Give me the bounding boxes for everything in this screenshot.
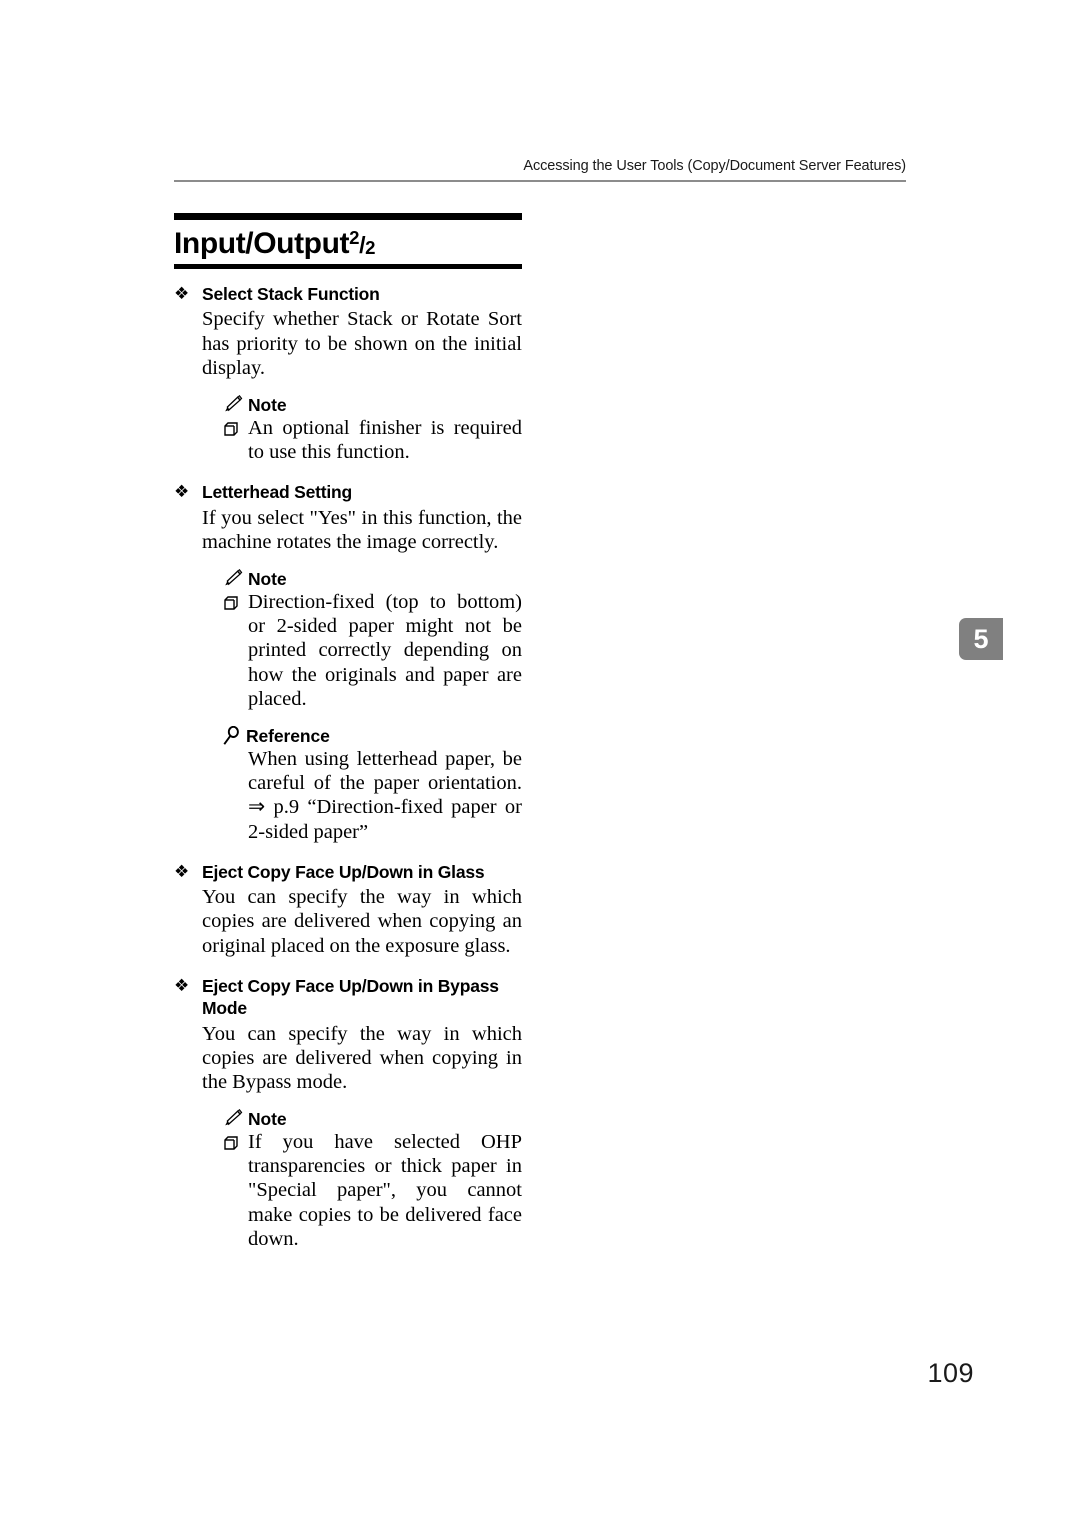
- title-rule-bottom: [174, 264, 522, 270]
- section-body: You can specify the way in which copies …: [202, 886, 522, 957]
- box-marker-icon: [224, 596, 238, 610]
- section-eject-copy-glass: ❖ Eject Copy Face Up/Down in Glass You c…: [174, 861, 522, 958]
- note-heading: Note: [222, 1108, 522, 1129]
- section-heading: Select Stack Function: [202, 284, 380, 304]
- chapter-tab-number: 5: [973, 623, 989, 654]
- header-rule: [174, 180, 906, 182]
- diamond-bullet-icon: ❖: [174, 861, 190, 882]
- section-body: Specify whether Stack or Rotate Sort has…: [202, 308, 522, 379]
- note-item: An optional finisher is required to use …: [222, 416, 522, 464]
- section-letterhead-setting: ❖ Letterhead Setting If you select "Yes"…: [174, 481, 522, 843]
- magnifier-icon: [223, 725, 239, 745]
- section-heading: Letterhead Setting: [202, 482, 353, 503]
- title-rule-top: [174, 213, 522, 220]
- diamond-bullet-icon: ❖: [174, 482, 190, 503]
- diamond-bullet-icon: ❖: [174, 975, 190, 996]
- note-label: Note: [248, 569, 287, 590]
- note-callout: Note If you have selected OHP transparen…: [202, 1108, 522, 1251]
- note-label: Note: [248, 394, 287, 415]
- section-heading: Eject Copy Face Up/Down in Glass: [202, 861, 485, 882]
- section-title-block: Input/Output2/2: [174, 213, 522, 270]
- section-eject-copy-bypass: ❖ Eject Copy Face Up/Down in Bypass Mode…: [174, 975, 522, 1251]
- page-number: 109: [927, 1358, 974, 1388]
- note-item: If you have selected OHP transparencies …: [222, 1130, 522, 1251]
- pencil-icon: [225, 394, 243, 412]
- note-heading: Note: [222, 394, 522, 415]
- note-callout: Note Direction-fixed (top to bottom) or …: [202, 568, 522, 711]
- section-select-stack-function: ❖ Select Stack Function Specify whether …: [174, 283, 522, 464]
- reference-text: When using letterhead paper, be careful …: [248, 748, 522, 843]
- diamond-bullet-icon: ❖: [174, 284, 190, 304]
- note-item-text: Direction-fixed (top to bottom) or 2-sid…: [248, 591, 522, 710]
- note-callout: Note An optional finisher is required to…: [202, 394, 522, 464]
- box-marker-icon: [224, 1136, 238, 1150]
- note-label: Note: [248, 1109, 287, 1130]
- chapter-tab: 5: [959, 618, 1003, 660]
- note-item-text: An optional finisher is required to use …: [248, 416, 522, 464]
- note-heading: Note: [222, 568, 522, 589]
- pencil-icon: [225, 1109, 243, 1126]
- reference-heading: Reference: [222, 725, 522, 746]
- reference-callout: Reference When using letterhead paper, b…: [202, 725, 522, 844]
- page-title-fraction: 2/2: [349, 227, 376, 259]
- note-item: Direction-fixed (top to bottom) or 2-sid…: [222, 590, 522, 711]
- content-column: ❖ Select Stack Function Specify whether …: [174, 283, 522, 1251]
- section-heading: Eject Copy Face Up/Down in Bypass Mode: [202, 975, 499, 1019]
- page-title: Input/Output2/2: [174, 220, 522, 264]
- note-item-text: If you have selected OHP transparencies …: [248, 1131, 522, 1250]
- reference-label: Reference: [246, 726, 330, 747]
- pencil-icon: [225, 569, 243, 586]
- section-body: If you select "Yes" in this function, th…: [202, 506, 522, 553]
- page-title-main: Input/Output: [174, 227, 350, 260]
- running-header: Accessing the User Tools (Copy/Document …: [523, 158, 906, 174]
- box-marker-icon: [224, 422, 238, 436]
- fraction-numerator: 2: [349, 227, 360, 249]
- fraction-denominator: 2: [365, 237, 376, 259]
- section-body: You can specify the way in which copies …: [202, 1022, 522, 1093]
